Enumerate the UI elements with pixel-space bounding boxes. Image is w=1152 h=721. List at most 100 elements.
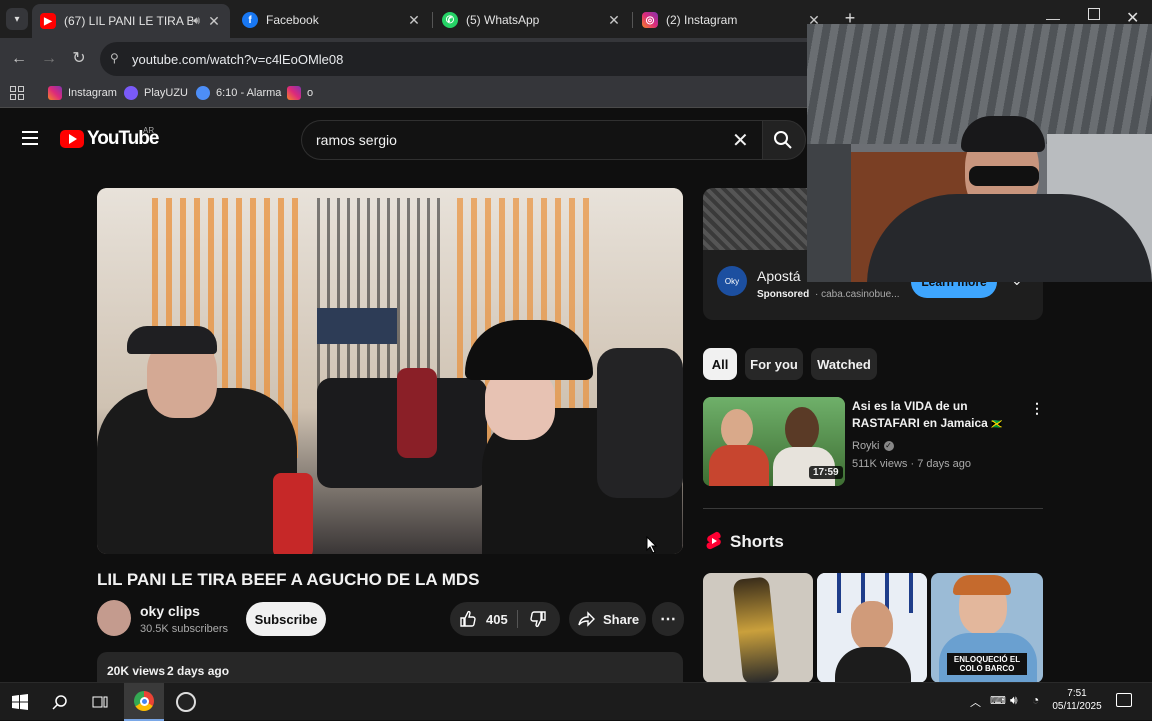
bookmark-alarm[interactable]: 6:10 - Alarma bbox=[196, 86, 281, 100]
ad-title: Apostá bbox=[757, 268, 801, 284]
search-button[interactable] bbox=[762, 120, 806, 160]
tab-facebook[interactable]: f Facebook ✕ bbox=[234, 6, 430, 34]
tab-title: (5) WhatsApp bbox=[466, 13, 540, 27]
short-thumbnail[interactable] bbox=[703, 573, 813, 683]
subscribe-button[interactable]: Subscribe bbox=[246, 602, 326, 636]
tab-title: Facebook bbox=[266, 13, 319, 27]
notifications-icon[interactable] bbox=[1116, 693, 1132, 707]
webcam-wall bbox=[807, 144, 851, 282]
facebook-icon: f bbox=[242, 12, 258, 28]
back-icon[interactable]: ← bbox=[8, 48, 30, 70]
tab-whatsapp[interactable]: ✆ (5) WhatsApp ✕ bbox=[434, 6, 630, 34]
recommended-meta: 511K views · 7 days ago bbox=[852, 458, 972, 470]
bookmark-label: Instagram bbox=[68, 87, 117, 99]
obs-taskbar-button[interactable] bbox=[166, 683, 206, 721]
wall-frame bbox=[317, 308, 397, 344]
short-thumbnail[interactable] bbox=[817, 573, 927, 683]
like-dislike-group: 405 bbox=[450, 602, 560, 636]
person-left-cap bbox=[127, 326, 217, 354]
obs-icon bbox=[176, 692, 196, 712]
whatsapp-icon: ✆ bbox=[442, 12, 458, 28]
volume-icon[interactable]: 🔊︎ bbox=[1010, 693, 1018, 708]
bookmark-playuzu[interactable]: PlayUZU bbox=[124, 86, 188, 100]
hamburger-menu-icon[interactable] bbox=[22, 131, 38, 145]
apps-grid-icon[interactable] bbox=[10, 86, 24, 100]
chip-watched[interactable]: Watched bbox=[811, 348, 877, 380]
chip-for-you[interactable]: For you bbox=[745, 348, 803, 380]
chevron-down-icon: ▾ bbox=[14, 13, 20, 25]
share-button[interactable]: Share bbox=[569, 602, 646, 636]
tray-chevron-icon[interactable]: ︿ bbox=[970, 694, 981, 710]
short-thumbnail[interactable]: ENLOQUECIÓ EL COLO BARCO bbox=[931, 573, 1043, 683]
instagram-icon bbox=[48, 86, 62, 100]
share-icon bbox=[578, 611, 595, 627]
maximize-icon[interactable] bbox=[1088, 8, 1100, 20]
youtube-logo-icon[interactable] bbox=[60, 130, 84, 148]
thumbnail-object bbox=[732, 576, 780, 683]
bookmark-label: PlayUZU bbox=[144, 87, 189, 99]
bookmark-instagram[interactable]: Instagram bbox=[48, 86, 117, 100]
tab-separator bbox=[432, 12, 433, 28]
thumbnail-person bbox=[721, 409, 753, 449]
more-actions-icon[interactable]: ⋯ bbox=[652, 602, 684, 636]
ad-domain: · caba.casinobue... bbox=[815, 289, 900, 300]
thumbs-up-icon bbox=[460, 610, 476, 627]
like-button[interactable]: 405 bbox=[458, 607, 522, 631]
ad-sponsored-label: Sponsored bbox=[757, 289, 810, 300]
flag-icon: 🇯🇲 bbox=[991, 419, 1003, 429]
webcam-person-body bbox=[867, 194, 1152, 282]
instagram-icon bbox=[287, 86, 301, 100]
taskbar-clock[interactable]: 7:51 05/11/2025 bbox=[1052, 687, 1102, 713]
task-view-icon[interactable] bbox=[80, 683, 120, 721]
speaker-icon[interactable]: 🔊︎ bbox=[193, 15, 200, 28]
channel-name[interactable]: oky clips bbox=[140, 603, 200, 619]
like-count: 405 bbox=[486, 611, 508, 627]
recommended-title[interactable]: Asi es la VIDA de un RASTAFARI en Jamaic… bbox=[852, 398, 1028, 433]
forward-icon[interactable]: → bbox=[38, 48, 60, 70]
thumbnail-person bbox=[709, 445, 769, 486]
network-icon[interactable]: ⌨ bbox=[990, 694, 1006, 707]
recommended-channel[interactable]: Royki ✓ bbox=[852, 440, 894, 452]
bookmark-o[interactable]: o bbox=[287, 86, 313, 100]
close-tab-icon[interactable]: ✕ bbox=[406, 12, 422, 29]
bookmark-label: o bbox=[307, 87, 314, 99]
chrome-taskbar-button[interactable] bbox=[124, 683, 164, 721]
section-divider bbox=[703, 508, 1043, 509]
instagram-icon: ◎ bbox=[642, 12, 658, 28]
dislike-button[interactable] bbox=[528, 609, 548, 632]
tab-search-button[interactable]: ▾ bbox=[6, 8, 28, 30]
channel-avatar[interactable] bbox=[97, 600, 131, 636]
red-bottle bbox=[273, 473, 313, 554]
tab-instagram[interactable]: ◎ (2) Instagram ✕ bbox=[634, 6, 830, 34]
video-player[interactable] bbox=[97, 188, 683, 554]
background-person bbox=[397, 368, 437, 458]
alarm-icon bbox=[196, 86, 210, 100]
close-tab-icon[interactable]: ✕ bbox=[606, 12, 622, 29]
video-duration: 17:59 bbox=[809, 466, 843, 479]
tab-youtube[interactable]: ▶ (67) LIL PANI LE TIRA BEEF 🔊︎ ✕ bbox=[32, 4, 230, 38]
tab-title: (67) LIL PANI LE TIRA BEEF bbox=[64, 14, 194, 28]
upload-age: 2 days ago bbox=[167, 664, 230, 678]
thumbnail-hair bbox=[953, 575, 1011, 595]
clear-search-icon[interactable]: ✕ bbox=[732, 128, 749, 153]
more-options-icon[interactable]: ⋮ bbox=[1030, 400, 1044, 417]
close-tab-icon[interactable]: ✕ bbox=[206, 13, 222, 30]
thumbs-down-icon bbox=[530, 611, 546, 628]
windows-start-button[interactable] bbox=[0, 683, 40, 721]
chip-all[interactable]: All bbox=[703, 348, 737, 380]
backpack bbox=[597, 348, 683, 498]
chrome-icon bbox=[134, 691, 154, 711]
search-icon[interactable] bbox=[40, 683, 80, 721]
recommended-title-text: Asi es la VIDA de un RASTAFARI en Jamaic… bbox=[852, 399, 988, 430]
advertiser-logo: Oky bbox=[717, 266, 747, 296]
subscriber-count: 30.5K subscribers bbox=[140, 623, 229, 635]
recommended-thumbnail[interactable]: 17:59 bbox=[703, 397, 845, 486]
reload-icon[interactable]: ↻ bbox=[68, 48, 90, 70]
country-code: AR bbox=[143, 126, 155, 135]
thumbnail-person bbox=[835, 647, 911, 683]
webcam-overlay bbox=[807, 24, 1152, 282]
site-info-icon[interactable]: ⚲ bbox=[110, 51, 119, 65]
tab-separator bbox=[632, 12, 633, 28]
search-input[interactable]: ramos sergio ✕ bbox=[301, 120, 763, 160]
wifi-icon[interactable]: ◔ bbox=[1032, 693, 1039, 707]
